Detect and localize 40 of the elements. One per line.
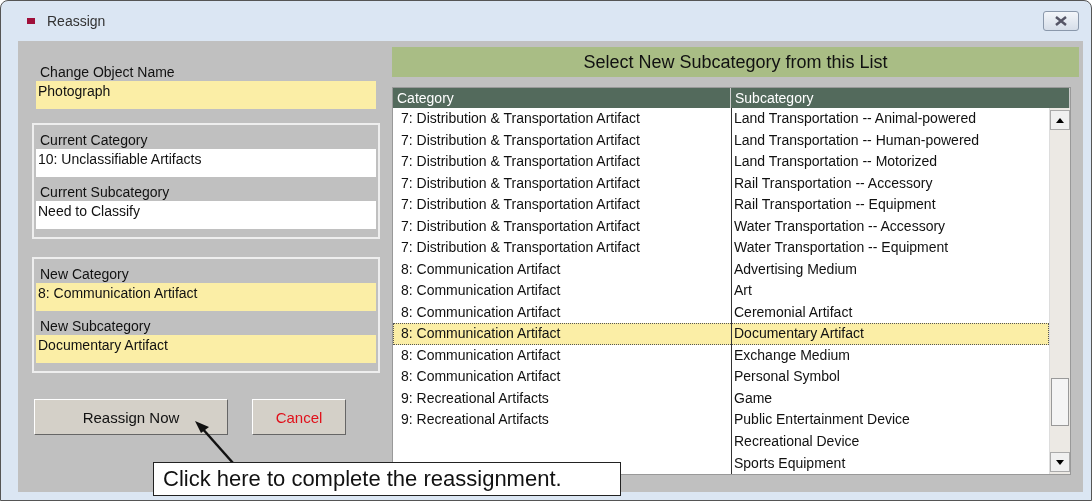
new-subcategory-field: Documentary Artifact [36, 335, 376, 363]
list-title: Select New Subcategory from this List [392, 47, 1079, 77]
category-cell-text: 9: Recreational Artifacts [400, 410, 550, 430]
callout-tooltip: Click here to complete the reassignment. [153, 462, 621, 496]
category-cell-text: 8: Communication Artifact [400, 367, 562, 387]
reassign-button[interactable]: Reassign Now [34, 399, 228, 435]
category-cell-text: 8: Communication Artifact [400, 281, 562, 301]
object-name-field[interactable]: Photograph [36, 81, 376, 109]
up-arrow-icon [1056, 117, 1064, 123]
current-subcategory-field: Need to Classify [36, 201, 376, 229]
scrollbar[interactable] [1049, 108, 1070, 474]
close-icon [1054, 16, 1068, 26]
category-cell-text: 8: Communication Artifact [400, 259, 562, 279]
down-arrow-icon [1056, 459, 1064, 465]
field-label: New Category [39, 265, 130, 283]
category-cell-text: 9: Recreational Artifacts [400, 388, 550, 408]
category-cell-text: 7: Distribution & Transportation Artifact [400, 238, 641, 258]
close-button[interactable] [1043, 11, 1079, 31]
field-label: New Subcategory [39, 317, 152, 335]
scroll-thumb[interactable] [1051, 378, 1069, 426]
scroll-up-button[interactable] [1050, 110, 1070, 130]
category-cell-text: 7: Distribution & Transportation Artifact [400, 216, 641, 236]
category-cell-text: 7: Distribution & Transportation Artifact [400, 195, 641, 215]
category-cell-text: 8: Communication Artifact [400, 324, 562, 344]
category-cell-text: 7: Distribution & Transportation Artifact [400, 152, 641, 172]
category-cell-text: 7: Distribution & Transportation Artifact [400, 109, 641, 128]
category-cell-text: 7: Distribution & Transportation Artifact [400, 173, 641, 193]
app-icon [27, 18, 35, 24]
category-cell-text: 8: Communication Artifact [400, 302, 562, 322]
list-row[interactable]: 8: Communication Artifact Documentary Artifact [393, 323, 1049, 345]
window-title: Reassign [47, 13, 107, 29]
category-cell-text: 7: Distribution & Transportation Artifact [400, 130, 641, 150]
field-label: Current Category [39, 131, 149, 149]
current-category-field: 10: Unclassifiable Artifacts [36, 149, 376, 177]
category-cell-text: 8: Communication Artifact [400, 345, 562, 365]
scroll-down-button[interactable] [1050, 452, 1070, 472]
field-label: Current Subcategory [39, 183, 171, 201]
column-header: Category [393, 88, 731, 108]
field-label: Change Object Name [39, 63, 176, 81]
new-category-field: 8: Communication Artifact [36, 283, 376, 311]
